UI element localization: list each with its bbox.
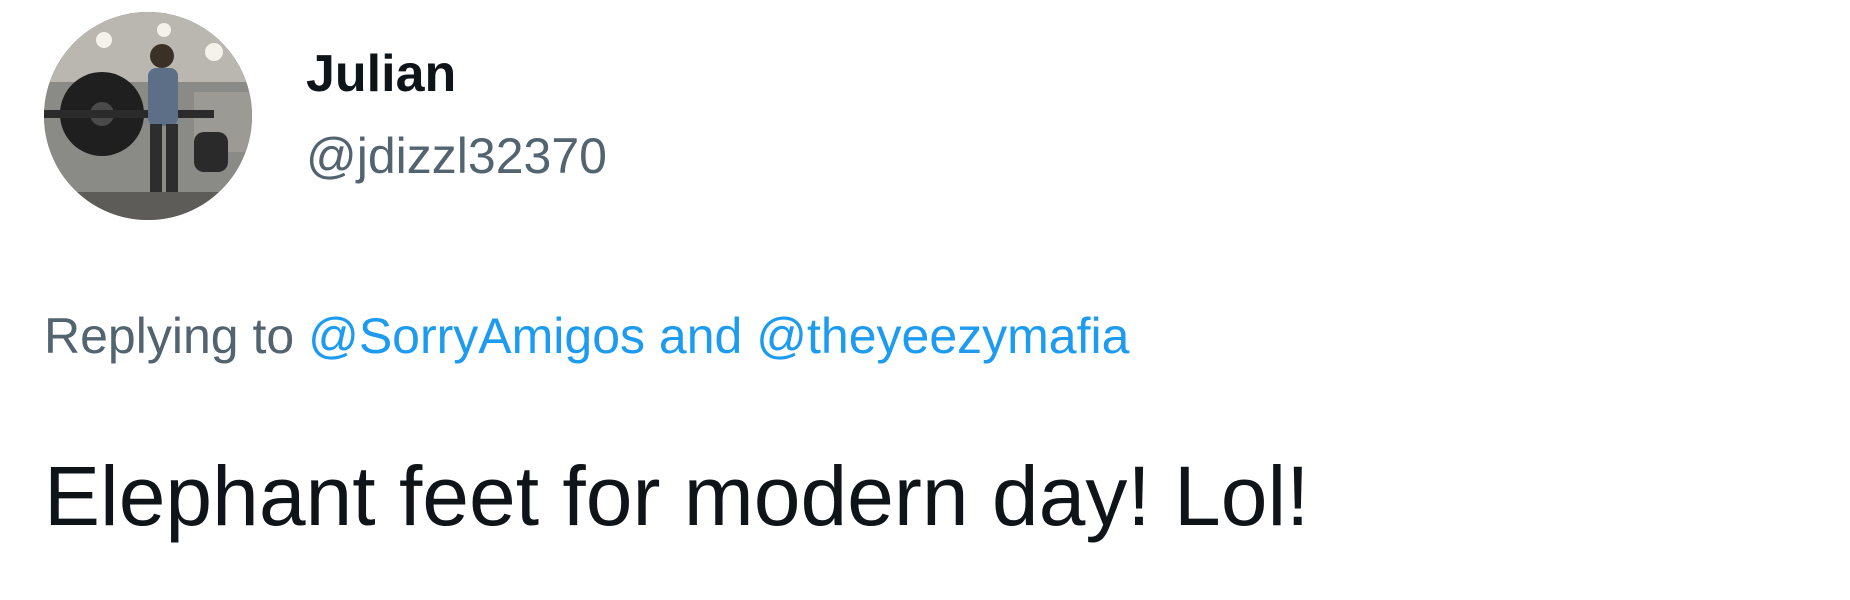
replying-to-label: Replying to <box>44 308 295 364</box>
mention-link-theyeezymafia[interactable]: @theyeezymafia <box>756 308 1129 364</box>
tweet-body-text: Elephant feet for modern day! Lol! <box>44 449 1310 543</box>
mention-conjunction: and <box>658 308 743 364</box>
user-avatar[interactable] <box>44 12 252 220</box>
avatar-photo-icon <box>44 12 252 220</box>
author-display-name[interactable]: Julian <box>306 44 456 104</box>
replying-to-line: Replying to @SorryAmigos and @theyeezyma… <box>44 306 1129 366</box>
mention-link-sorryamigos[interactable]: @SorryAmigos <box>308 308 645 364</box>
author-handle[interactable]: @jdizzl32370 <box>306 126 607 186</box>
tweet-card: Julian @jdizzl32370 Replying to @SorryAm… <box>0 0 1850 600</box>
